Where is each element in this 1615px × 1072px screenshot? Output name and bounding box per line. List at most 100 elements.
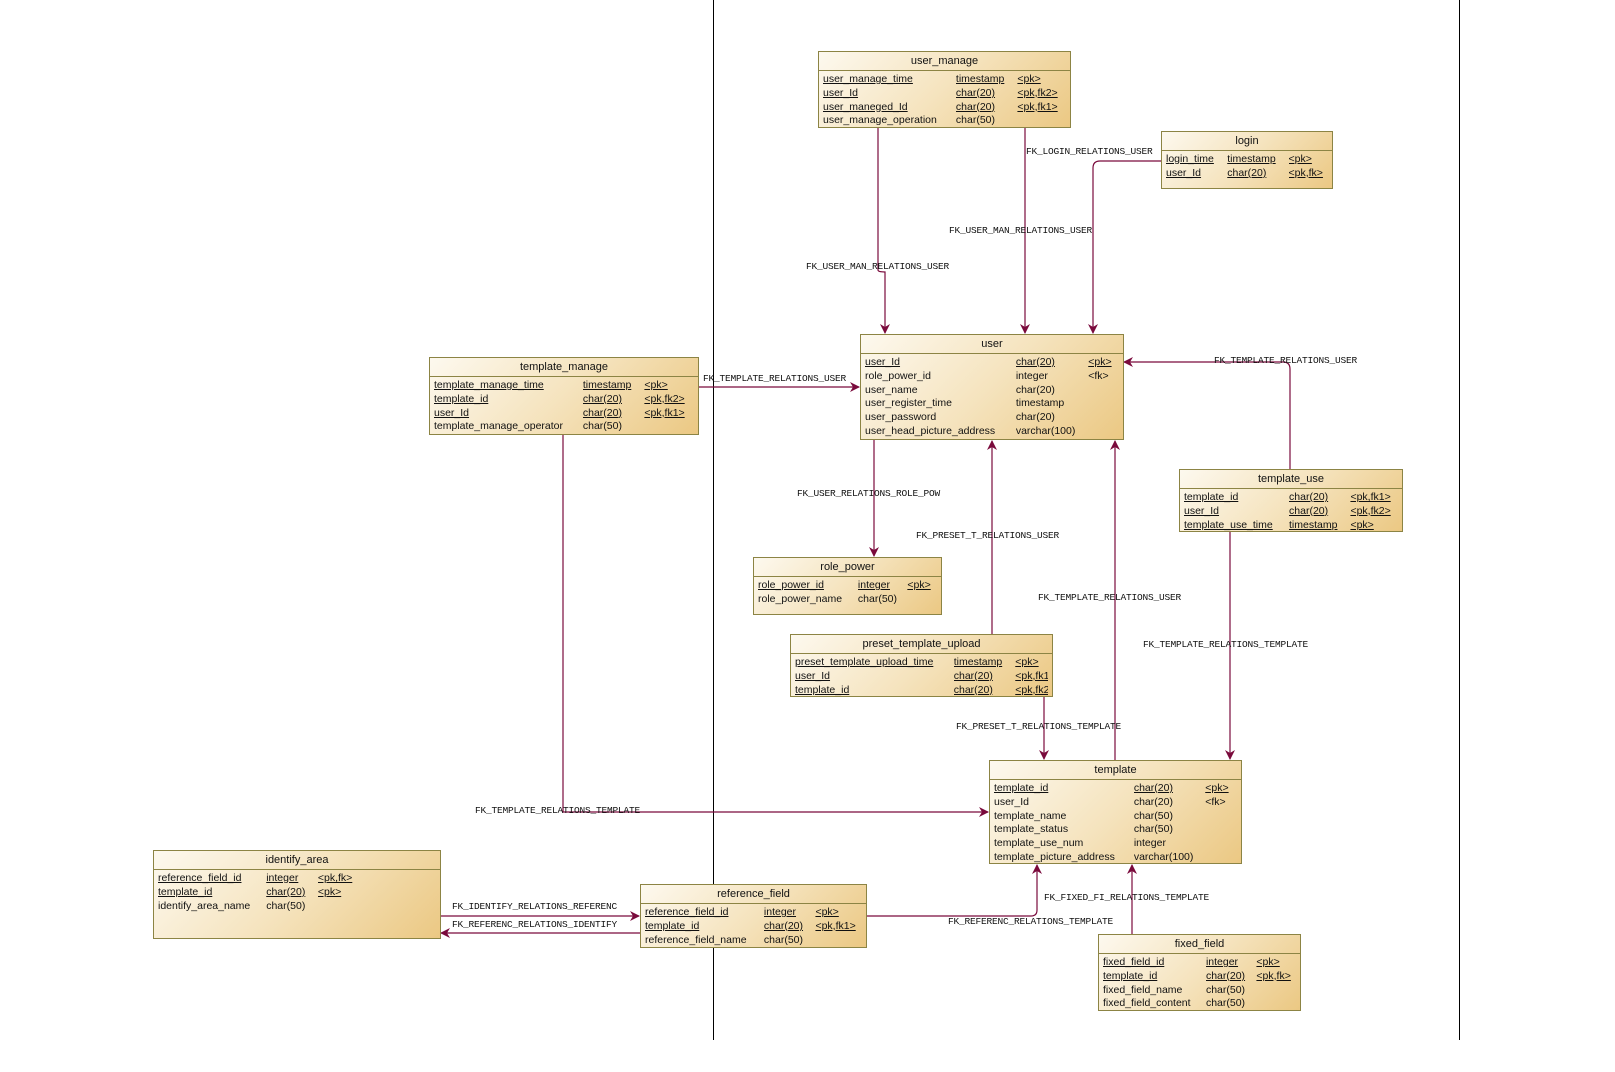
table-column-row[interactable]: user_register_time timestamp xyxy=(865,397,1119,411)
table-column-row[interactable]: user_Id char(20) <pk> xyxy=(865,356,1119,370)
column-type: integer xyxy=(857,579,890,591)
column-name: user_maneged_Id xyxy=(823,100,908,113)
table-column-row[interactable]: template_id char(20) <pk,fk1> xyxy=(1184,491,1398,505)
column-key: <pk,fk2> xyxy=(1017,86,1058,99)
table-column-row[interactable]: template_status char(50) xyxy=(994,823,1237,837)
table-identify-area[interactable]: identify_area reference_field_id integer <p… xyxy=(153,850,441,939)
table-column-row[interactable]: user_Id char(20) <pk,fk2> xyxy=(823,87,1066,101)
column-type: timestamp xyxy=(1015,397,1065,410)
column-name: template_id xyxy=(1184,491,1239,503)
table-title: user_manage xyxy=(819,52,1070,71)
table-column-row[interactable]: user_password char(20) xyxy=(865,411,1119,425)
relationship-label: FK_REFERENC_RELATIONS_TEMPLATE xyxy=(948,916,1114,927)
column-name: user_head_picture_address xyxy=(865,424,996,437)
link-user-manage-user-1[interactable] xyxy=(877,128,890,334)
column-type: char(50) xyxy=(266,899,306,912)
table-template-use[interactable]: template_use template_id char(20) <pk,fk1> u… xyxy=(1179,469,1403,532)
table-column-row[interactable]: identify_area_name char(50) xyxy=(158,900,436,914)
table-column-row[interactable]: role_power_name char(50) xyxy=(758,593,937,607)
column-key: <pk> xyxy=(1088,356,1112,368)
table-column-row[interactable]: template_use_num integer xyxy=(994,837,1237,851)
column-name: user_name xyxy=(865,383,918,396)
table-column-row[interactable]: reference_field_name char(50) xyxy=(645,934,862,947)
column-name: template_id xyxy=(994,782,1049,794)
table-column-row[interactable]: user_Id char(20) <pk,fk1> xyxy=(434,407,694,421)
table-column-row[interactable]: user_Id char(20) <fk> xyxy=(994,796,1237,810)
column-type: integer xyxy=(763,906,797,918)
column-key xyxy=(1205,851,1237,863)
table-role-power[interactable]: role_power role_power_id integer <pk> role_p… xyxy=(753,557,942,615)
column-name: fixed_field_name xyxy=(1103,983,1183,996)
column-key: <pk,fk> xyxy=(1288,166,1323,179)
column-type: char(50) xyxy=(1133,809,1173,822)
column-type: char(20) xyxy=(266,885,306,898)
link-reference-template[interactable] xyxy=(866,864,1042,917)
table-column-row[interactable]: login_time timestamp <pk> xyxy=(1166,153,1328,167)
column-name: template_id xyxy=(1103,969,1158,982)
column-type: char(20) xyxy=(1015,356,1055,368)
column-type: char(50) xyxy=(582,420,622,433)
column-type: char(20) xyxy=(1133,795,1173,808)
relationship-label: FK_FIXED_FI_RELATIONS_TEMPLATE xyxy=(1044,892,1210,903)
link-login-user[interactable] xyxy=(1088,160,1161,334)
table-title: preset_template_upload xyxy=(791,635,1052,654)
table-column-row[interactable]: template_id char(20) <pk> xyxy=(994,782,1237,796)
table-column-row[interactable]: role_power_id integer <pk> xyxy=(758,579,937,593)
table-fixed-field[interactable]: fixed_field fixed_field_id integer <pk> temp… xyxy=(1098,934,1301,1011)
table-template-manage[interactable]: template_manage template_manage_time times… xyxy=(429,357,699,435)
column-name: template_use_time xyxy=(1184,518,1273,531)
column-type: char(20) xyxy=(582,392,622,405)
column-type: char(20) xyxy=(955,86,996,99)
table-preset-template-upload[interactable]: preset_template_upload preset_template_up… xyxy=(790,634,1053,697)
column-name: preset_template_upload_time xyxy=(795,656,934,668)
table-column-row[interactable]: user_maneged_Id char(20) <pk,fk1> xyxy=(823,101,1066,115)
column-type: char(20) xyxy=(1015,383,1055,396)
column-key xyxy=(815,934,862,947)
table-column-row[interactable]: user_Id char(20) <pk,fk> xyxy=(1166,167,1328,181)
table-column-row[interactable]: role_power_id integer <fk> xyxy=(865,370,1119,384)
table-column-row[interactable]: user_Id char(20) <pk,fk2> xyxy=(1184,505,1398,519)
table-column-row[interactable]: template_id char(20) <pk> xyxy=(158,886,436,900)
table-template[interactable]: template template_id char(20) <pk> user_Id ch… xyxy=(989,760,1242,864)
table-column-row[interactable]: reference_field_id integer <pk,fk> xyxy=(158,872,436,886)
column-type: char(20) xyxy=(1205,969,1246,982)
column-name: template_id xyxy=(645,919,700,932)
column-name: user_Id xyxy=(865,356,901,368)
table-column-row[interactable]: template_use_time timestamp <pk> xyxy=(1184,518,1398,531)
table-column-row[interactable]: template_name char(50) xyxy=(994,810,1237,824)
table-column-row[interactable]: template_id char(20) <pk,fk2> xyxy=(795,684,1048,696)
column-name: user_Id xyxy=(823,86,859,99)
table-column-row[interactable]: template_id char(20) <pk,fk> xyxy=(1103,970,1296,984)
table-column-row[interactable]: template_manage_operator char(50) xyxy=(434,420,694,434)
table-column-row[interactable]: reference_field_id integer <pk> xyxy=(645,906,862,920)
table-column-row[interactable]: template_id char(20) <pk,fk2> xyxy=(434,393,694,407)
column-name: template_use_num xyxy=(994,837,1084,850)
column-type: char(20) xyxy=(1289,491,1329,503)
table-user-manage[interactable]: user_manage user_manage_time timestamp <pk>… xyxy=(818,51,1071,128)
table-column-row[interactable]: fixed_field_name char(50) xyxy=(1103,984,1296,998)
table-column-row[interactable]: fixed_field_content char(50) xyxy=(1103,997,1296,1010)
table-column-row[interactable]: template_manage_time timestamp <pk> xyxy=(434,379,694,393)
column-key: <pk,fk2> xyxy=(644,392,685,405)
table-column-row[interactable]: user_manage_operation char(50) xyxy=(823,114,1066,127)
table-column-row[interactable]: user_head_picture_address varchar(100) xyxy=(865,425,1119,439)
table-title: template_use xyxy=(1180,470,1402,489)
table-login[interactable]: login login_time timestamp <pk> user_Id char(… xyxy=(1161,131,1333,189)
table-column-row[interactable]: template_picture_address varchar(100) xyxy=(994,851,1237,863)
table-column-row[interactable]: template_id char(20) <pk,fk1> xyxy=(645,920,862,934)
table-column-row[interactable]: fixed_field_id integer <pk> xyxy=(1103,956,1296,970)
table-column-row[interactable]: preset_template_upload_time timestamp <pk> xyxy=(795,656,1048,670)
table-user[interactable]: user user_Id char(20) <pk> role_power_id inte… xyxy=(860,334,1124,440)
table-column-row[interactable]: user_manage_time timestamp <pk> xyxy=(823,73,1066,87)
column-name: template_manage_time xyxy=(434,379,544,391)
table-column-row[interactable]: user_Id char(20) <pk,fk1> xyxy=(795,670,1048,684)
column-type: integer xyxy=(1205,956,1239,968)
relationship-label: FK_TEMPLATE_RELATIONS_USER xyxy=(1214,355,1358,366)
column-name: user_Id xyxy=(434,406,470,419)
table-column-row[interactable]: user_name char(20) xyxy=(865,384,1119,398)
column-key xyxy=(644,420,694,434)
link-template-use-user[interactable] xyxy=(1123,357,1291,469)
column-key xyxy=(1088,397,1119,411)
table-title: identify_area xyxy=(154,851,440,870)
table-reference-field[interactable]: reference_field reference_field_id integer… xyxy=(640,884,867,948)
